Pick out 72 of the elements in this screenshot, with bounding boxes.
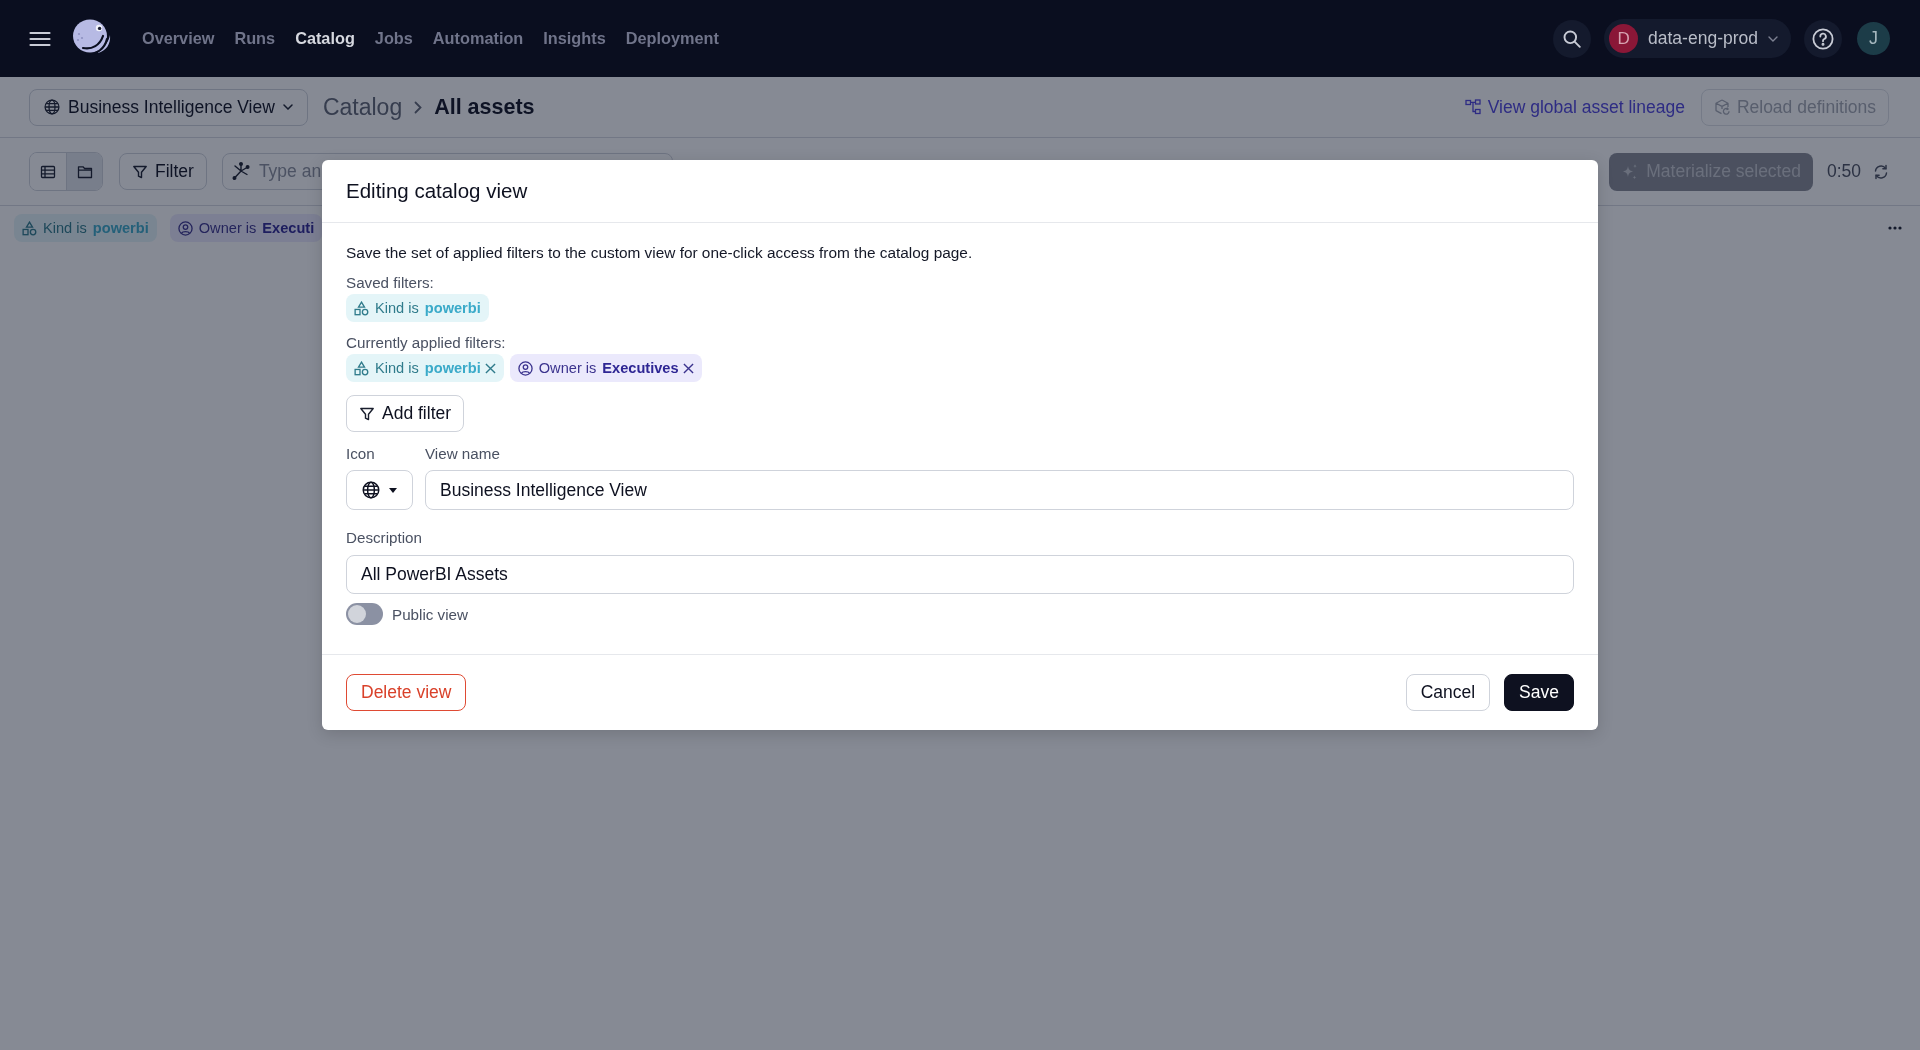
field-label: View name bbox=[425, 445, 501, 463]
dialog-description: Save the set of applied filters to the custom view for one-click access from the catalog page. bbox=[346, 244, 973, 262]
help-icon bbox=[1812, 27, 1834, 50]
help-button[interactable] bbox=[1804, 19, 1842, 58]
workspace-avatar: D bbox=[1609, 24, 1639, 53]
user-avatar[interactable]: J bbox=[1857, 22, 1890, 55]
icon-select[interactable] bbox=[346, 470, 413, 510]
chevron-down-icon bbox=[1768, 35, 1778, 42]
filter-value: powerbi bbox=[424, 360, 481, 376]
filter-value: powerbi bbox=[424, 300, 481, 316]
filter-label: Owner is bbox=[198, 220, 257, 236]
user-circle-icon bbox=[517, 360, 533, 376]
nav-link[interactable]: Deployment bbox=[625, 29, 719, 48]
search-button[interactable] bbox=[1553, 19, 1592, 58]
refresh-icon[interactable] bbox=[1873, 163, 1889, 180]
filter-icon bbox=[359, 405, 375, 422]
close-icon[interactable] bbox=[682, 362, 694, 374]
nav-link[interactable]: Jobs bbox=[374, 29, 413, 48]
cancel-button[interactable]: Cancel bbox=[1405, 674, 1491, 711]
nav-link[interactable]: Automation bbox=[432, 29, 524, 48]
dialog-title: Editing catalog view bbox=[346, 179, 528, 203]
lineage-link[interactable]: View global asset lineage bbox=[1464, 96, 1685, 118]
chevron-right-icon bbox=[414, 100, 423, 114]
lineage-icon bbox=[1464, 99, 1481, 115]
filter-button[interactable]: Filter bbox=[119, 153, 207, 190]
filter-value: Executives bbox=[602, 360, 679, 376]
close-icon[interactable] bbox=[484, 362, 496, 374]
public-view-toggle[interactable] bbox=[346, 603, 383, 625]
section-label: Currently applied filters: bbox=[346, 334, 506, 352]
filter-label: Kind is bbox=[375, 360, 419, 376]
globe-icon bbox=[362, 481, 380, 499]
caret-icon bbox=[389, 487, 397, 493]
cube-refresh-icon bbox=[1713, 99, 1730, 115]
user-circle-icon bbox=[177, 220, 193, 236]
breadcrumb-link[interactable]: Catalog bbox=[322, 93, 403, 121]
field-label: Description bbox=[346, 529, 422, 547]
workspace-name: data-eng-prod bbox=[1648, 28, 1758, 49]
delete-view-button[interactable]: Delete view bbox=[346, 674, 467, 711]
save-button[interactable]: Save bbox=[1504, 674, 1574, 711]
view-selector[interactable]: Business Intelligence View bbox=[29, 88, 308, 126]
filter-label: Kind is bbox=[375, 300, 419, 316]
section-label: Saved filters: bbox=[346, 274, 434, 292]
nav-link[interactable]: Insights bbox=[543, 29, 606, 48]
filter-label: Kind is bbox=[43, 220, 87, 236]
workspace-selector[interactable]: D data-eng-prod bbox=[1604, 19, 1791, 58]
add-filter-button[interactable]: Add filter bbox=[346, 395, 465, 432]
menu-icon[interactable] bbox=[29, 30, 51, 47]
search-icon bbox=[1563, 29, 1582, 48]
page-title: All assets bbox=[434, 94, 535, 120]
shapes-icon bbox=[354, 360, 369, 376]
folder-icon bbox=[76, 163, 93, 180]
chevron-down-icon bbox=[282, 104, 293, 110]
more-icon[interactable] bbox=[1888, 226, 1902, 230]
view-mode-button[interactable] bbox=[66, 153, 102, 190]
table-icon bbox=[40, 163, 56, 180]
filter-label: Owner is bbox=[538, 360, 597, 376]
view-name-input[interactable]: Business Intelligence View bbox=[425, 470, 1574, 510]
filter-icon bbox=[132, 163, 148, 180]
globe-icon bbox=[44, 99, 60, 115]
filter-value: Executi bbox=[262, 220, 315, 236]
shapes-icon bbox=[354, 300, 369, 316]
nodes-icon bbox=[231, 162, 250, 180]
nav-link[interactable]: Overview bbox=[142, 29, 215, 48]
description-input[interactable]: All PowerBI Assets bbox=[346, 555, 1574, 594]
nav-link[interactable]: Runs bbox=[234, 29, 276, 48]
refresh-timer: 0:50 bbox=[1826, 161, 1861, 182]
nav-link[interactable]: Catalog bbox=[295, 29, 355, 48]
shapes-icon bbox=[22, 220, 37, 236]
toggle-label: Public view bbox=[392, 605, 468, 623]
filter-value: powerbi bbox=[92, 220, 149, 236]
field-label: Icon bbox=[346, 445, 376, 463]
view-name: Business Intelligence View bbox=[68, 96, 275, 118]
